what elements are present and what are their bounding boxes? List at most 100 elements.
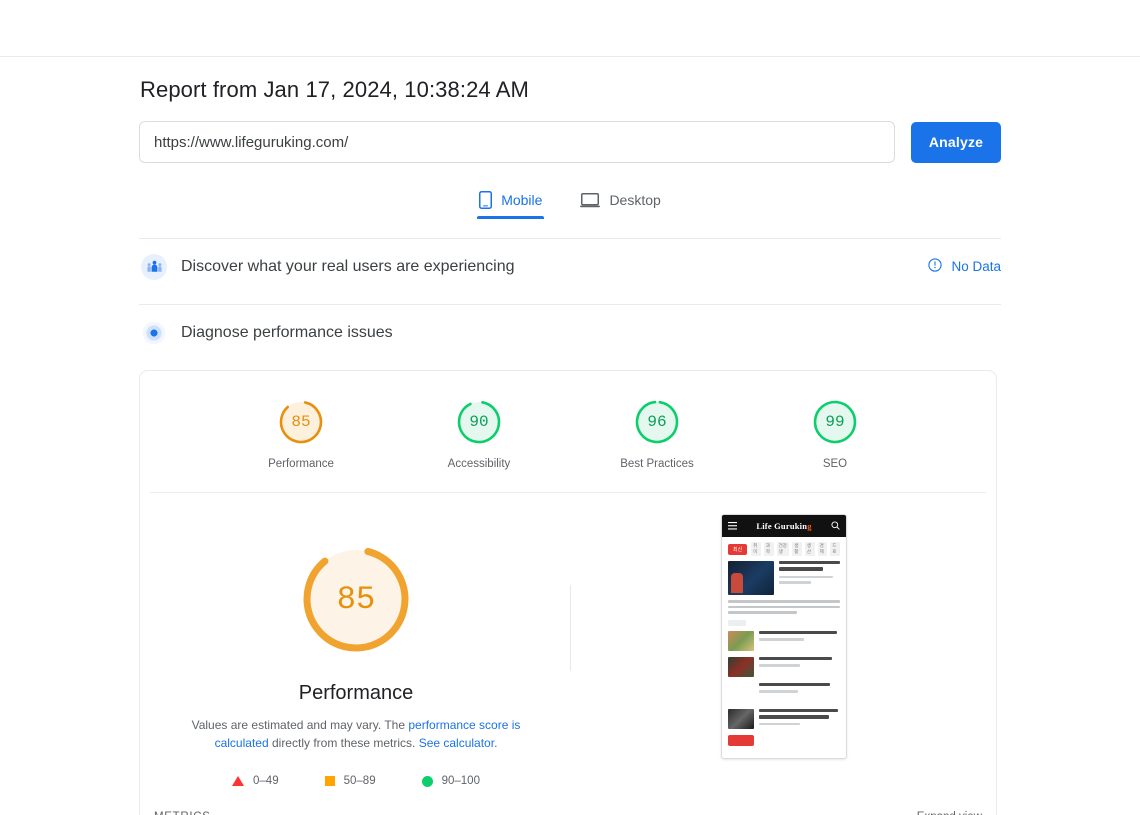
device-tabs: Mobile Desktop bbox=[139, 187, 1001, 219]
field-data-label: Discover what your real users are experi… bbox=[181, 257, 515, 275]
circle-icon bbox=[421, 775, 433, 787]
performance-description: Values are estimated and may vary. The p… bbox=[176, 716, 536, 752]
hamburger-icon bbox=[728, 517, 737, 535]
lighthouse-results-card: 85 Performance 90 Accessibility 96 Best … bbox=[139, 370, 997, 815]
nav-item[interactable]: 과학 bbox=[763, 542, 774, 556]
item-text bbox=[759, 656, 840, 670]
score-best-practices[interactable]: 96 Best Practices bbox=[603, 398, 711, 470]
performance-title: Performance bbox=[298, 682, 414, 704]
section-field-data: Discover what your real users are experi… bbox=[139, 238, 1001, 294]
see-calculator-link[interactable]: See calculator. bbox=[419, 736, 498, 750]
legend-item-poor: 0–49 bbox=[232, 775, 279, 787]
search-icon bbox=[831, 517, 840, 535]
nav-item[interactable]: 생산 bbox=[804, 542, 815, 556]
performance-pane: 85 Performance Values are estimated and … bbox=[140, 511, 572, 787]
url-analyze-row: Analyze bbox=[139, 121, 1001, 163]
tab-desktop[interactable]: Desktop bbox=[578, 187, 662, 219]
performance-score-small: 85 bbox=[291, 413, 311, 431]
legend-item-good: 90–100 bbox=[421, 775, 480, 787]
list-item[interactable] bbox=[728, 656, 840, 677]
blue-dot-icon bbox=[141, 319, 167, 346]
featured-paragraph bbox=[728, 600, 840, 614]
best-practices-score-small: 96 bbox=[647, 413, 667, 431]
square-icon bbox=[324, 776, 335, 786]
accessibility-gauge-small: 90 bbox=[455, 398, 503, 446]
nav-item[interactable]: 건강생 bbox=[776, 542, 790, 556]
performance-gauge-small: 85 bbox=[277, 398, 325, 446]
expand-view-button[interactable]: Expand view bbox=[917, 811, 982, 815]
page-title: Report from Jan 17, 2024, 10:38:24 AM bbox=[140, 77, 529, 102]
share-button[interactable] bbox=[728, 734, 754, 746]
tab-mobile[interactable]: Mobile bbox=[477, 187, 545, 219]
nav-item[interactable]: 취미 bbox=[751, 542, 761, 556]
url-input[interactable] bbox=[139, 121, 895, 163]
desc-text-1: Values are estimated and may vary. The bbox=[191, 718, 409, 732]
featured-article[interactable] bbox=[728, 561, 840, 595]
nav-item[interactable]: 경제 bbox=[817, 542, 828, 556]
info-circle-icon bbox=[928, 258, 943, 275]
legend-range-poor: 0–49 bbox=[253, 775, 279, 787]
card-footer: METRICS Expand view bbox=[140, 799, 996, 815]
seo-score-small: 99 bbox=[825, 413, 845, 431]
section-lab-data: Diagnose performance issues bbox=[139, 304, 1001, 360]
nav-item[interactable]: 드로 bbox=[830, 542, 840, 556]
desc-text-2: directly from these metrics. bbox=[268, 736, 419, 750]
report-content: Report from Jan 17, 2024, 10:38:24 AM An… bbox=[139, 57, 1001, 815]
item-thumbnail bbox=[728, 683, 754, 703]
best-practices-gauge-small: 96 bbox=[633, 398, 681, 446]
site-title: Life Guruking bbox=[737, 521, 831, 531]
latest-badge: 최신 bbox=[728, 543, 748, 555]
accessibility-score-small: 90 bbox=[469, 413, 489, 431]
tab-desktop-label: Desktop bbox=[609, 192, 661, 208]
seo-gauge-small: 99 bbox=[811, 398, 859, 446]
site-nav: 취미 과학 건강생 생활 생산 경제 드로 bbox=[751, 542, 840, 556]
item-thumbnail bbox=[728, 630, 754, 651]
legend-item-average: 50–89 bbox=[324, 775, 376, 787]
item-thumbnail bbox=[728, 656, 754, 677]
list-item[interactable] bbox=[728, 708, 840, 729]
score-performance[interactable]: 85 Performance bbox=[247, 398, 355, 470]
tab-mobile-label: Mobile bbox=[501, 192, 543, 208]
lab-data-label: Diagnose performance issues bbox=[181, 323, 393, 341]
badge-row: 최신 취미 과학 건강생 생활 생산 경제 드로 bbox=[728, 542, 840, 556]
final-screenshot-pane: Life Guruking 최신 취미 과학 건강생 생활 생산 경제 드로 bbox=[572, 511, 996, 787]
vertical-divider bbox=[570, 585, 571, 671]
seo-label-small: SEO bbox=[822, 458, 848, 470]
featured-text bbox=[779, 561, 840, 595]
site-title-accent: g bbox=[807, 521, 812, 531]
triangle-icon bbox=[232, 776, 245, 786]
site-body: 최신 취미 과학 건강생 생활 생산 경제 드로 bbox=[722, 537, 846, 758]
performance-score-large: 85 bbox=[336, 580, 376, 618]
list-item[interactable] bbox=[728, 630, 840, 651]
metrics-heading: METRICS bbox=[154, 811, 211, 815]
analyze-button[interactable]: Analyze bbox=[911, 121, 1001, 163]
pagespeed-insights-page: Report from Jan 17, 2024, 10:38:24 AM An… bbox=[0, 0, 1140, 815]
item-text bbox=[759, 682, 840, 696]
score-seo[interactable]: 99 SEO bbox=[781, 398, 889, 470]
featured-image bbox=[728, 561, 774, 595]
score-legend: 0–49 50–89 90–100 bbox=[140, 775, 572, 787]
no-data-label: No Data bbox=[951, 259, 1001, 274]
item-text bbox=[759, 630, 840, 644]
nav-item[interactable]: 생활 bbox=[792, 542, 802, 556]
item-thumbnail bbox=[728, 708, 754, 729]
score-accessibility[interactable]: 90 Accessibility bbox=[425, 398, 533, 470]
performance-summary: 85 Performance Values are estimated and … bbox=[140, 493, 996, 787]
category-tag bbox=[728, 619, 746, 626]
performance-gauge-large: 85 bbox=[298, 541, 414, 657]
people-group-icon bbox=[141, 253, 167, 280]
item-text bbox=[759, 708, 840, 728]
legend-range-average: 50–89 bbox=[343, 775, 376, 787]
list-item[interactable] bbox=[728, 682, 840, 703]
final-screenshot: Life Guruking 최신 취미 과학 건강생 생활 생산 경제 드로 bbox=[721, 514, 847, 759]
category-scores: 85 Performance 90 Accessibility 96 Best … bbox=[150, 371, 986, 493]
legend-range-good: 90–100 bbox=[441, 775, 480, 787]
phone-icon bbox=[479, 191, 493, 209]
best-practices-label-small: Best Practices bbox=[620, 458, 694, 470]
no-data-status[interactable]: No Data bbox=[928, 258, 1001, 275]
site-title-main: Life Gurukin bbox=[756, 521, 808, 531]
performance-label-small: Performance bbox=[268, 458, 334, 470]
app-top-bar bbox=[0, 0, 1140, 57]
accessibility-label-small: Accessibility bbox=[447, 458, 511, 470]
desktop-icon bbox=[580, 192, 601, 208]
